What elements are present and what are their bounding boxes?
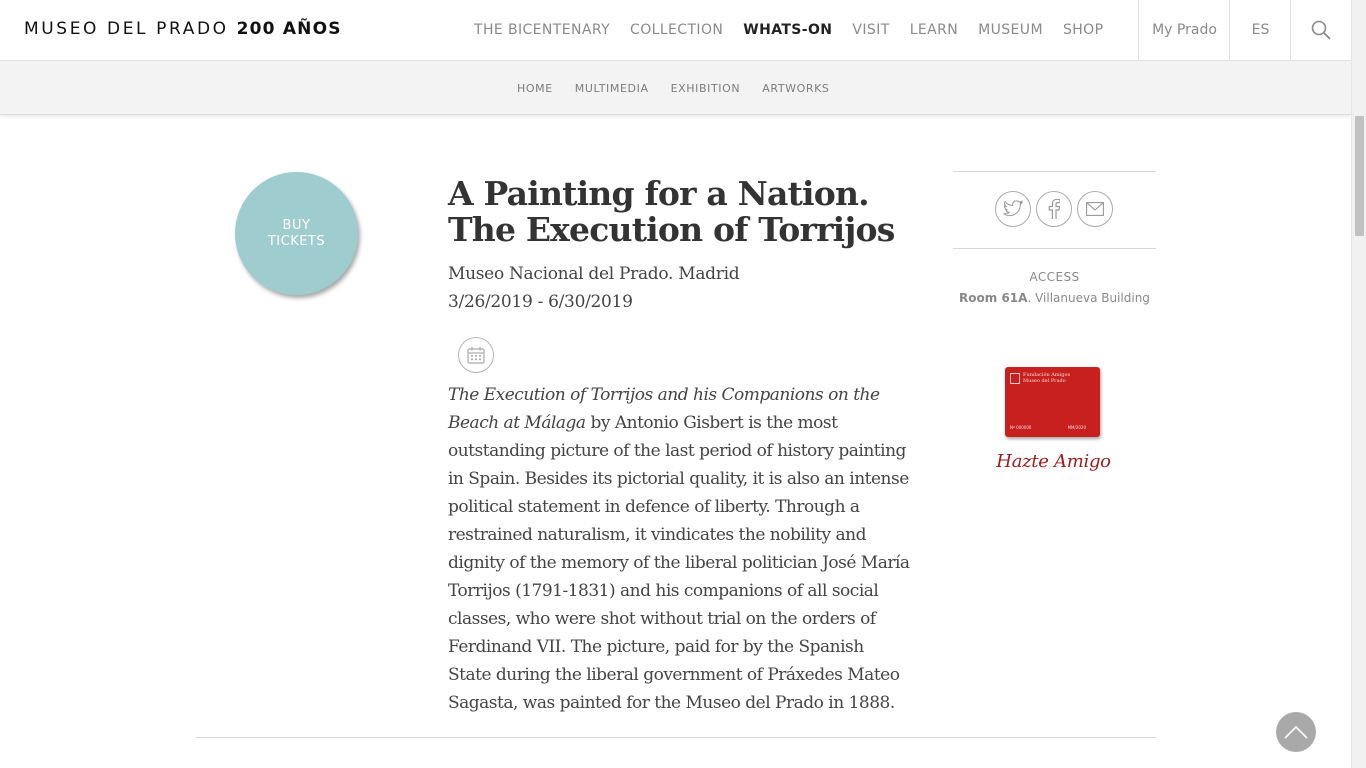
calendar-icon xyxy=(467,347,485,364)
subnav-home[interactable]: HOME xyxy=(517,82,553,95)
page-scrollbar[interactable] xyxy=(1351,0,1366,768)
search-icon xyxy=(1311,20,1331,40)
nav-museum[interactable]: MUSEUM xyxy=(978,22,1043,38)
site-logo[interactable]: MUSEO DEL PRADO 200 AÑOS xyxy=(24,19,342,39)
share-email-button[interactable] xyxy=(1077,191,1113,227)
nav-whats-on[interactable]: WHATS-ON xyxy=(743,22,832,38)
share-divider-top xyxy=(953,171,1156,172)
exhibition-venue: Museo Nacional del Prado. Madrid xyxy=(448,264,740,284)
card-title: Fundación Amigos Museo del Prado xyxy=(1023,372,1071,384)
add-to-calendar-button[interactable] xyxy=(458,337,494,373)
exhibition-description: The Execution of Torrijos and his Compan… xyxy=(448,381,910,717)
subnav-exhibition[interactable]: EXHIBITION xyxy=(671,82,741,95)
content-divider xyxy=(196,737,1156,738)
twitter-icon xyxy=(1003,200,1023,217)
buy-label: BUY xyxy=(282,217,311,233)
friends-membership-card[interactable]: Fundación Amigos Museo del Prado Nº 00000… xyxy=(1005,367,1100,437)
facebook-icon xyxy=(1048,199,1060,219)
nav-learn[interactable]: LEARN xyxy=(910,22,958,38)
logo-text: MUSEO DEL PRADO xyxy=(24,19,229,39)
section-subnav: HOME MULTIMEDIA EXHIBITION ARTWORKS xyxy=(517,61,852,115)
arrow-up-icon xyxy=(1284,725,1308,739)
nav-shop[interactable]: SHOP xyxy=(1063,22,1103,38)
section-subnav-bar: HOME MULTIMEDIA EXHIBITION ARTWORKS xyxy=(0,61,1351,115)
share-facebook-button[interactable] xyxy=(1036,191,1072,227)
language-selector[interactable]: ES xyxy=(1229,0,1291,60)
scrollbar-thumb[interactable] xyxy=(1355,116,1364,236)
access-label: ACCESS xyxy=(1029,270,1080,284)
top-header: MUSEO DEL PRADO 200 AÑOS THE BICENTENARY… xyxy=(0,0,1351,61)
card-expiry: MM/2020 xyxy=(1067,425,1086,430)
my-prado-link[interactable]: My Prado xyxy=(1138,0,1230,60)
building-name: . Villanueva Building xyxy=(1027,291,1150,305)
exhibition-dates: 3/26/2019 - 6/30/2019 xyxy=(448,292,633,312)
logo-bicentenary: 200 AÑOS xyxy=(236,19,342,39)
card-number: Nº 000000 xyxy=(1010,425,1032,430)
share-twitter-button[interactable] xyxy=(995,191,1031,227)
foundation-logo-icon xyxy=(1010,373,1020,384)
buy-tickets-button[interactable]: BUY TICKETS xyxy=(235,172,358,295)
nav-collection[interactable]: COLLECTION xyxy=(630,22,723,38)
description-text: by Antonio Gisbert is the most outstandi… xyxy=(448,413,910,713)
search-button[interactable] xyxy=(1290,0,1351,60)
subnav-artworks[interactable]: ARTWORKS xyxy=(762,82,829,95)
email-icon xyxy=(1086,202,1104,216)
nav-bicentenary[interactable]: THE BICENTENARY xyxy=(474,22,610,38)
subnav-multimedia[interactable]: MULTIMEDIA xyxy=(575,82,649,95)
exhibition-title: A Painting for a Nation. The Execution o… xyxy=(448,174,895,249)
tickets-label: TICKETS xyxy=(267,233,326,249)
main-nav: THE BICENTENARY COLLECTION WHATS-ON VISI… xyxy=(474,0,1123,60)
share-divider-bottom xyxy=(953,248,1156,249)
access-room: Room 61A. Villanueva Building xyxy=(953,291,1156,305)
back-to-top-button[interactable] xyxy=(1276,712,1316,752)
hazte-amigo-link[interactable]: Hazte Amigo xyxy=(953,451,1154,472)
nav-visit[interactable]: VISIT xyxy=(852,22,889,38)
room-number: Room 61A xyxy=(959,291,1028,305)
